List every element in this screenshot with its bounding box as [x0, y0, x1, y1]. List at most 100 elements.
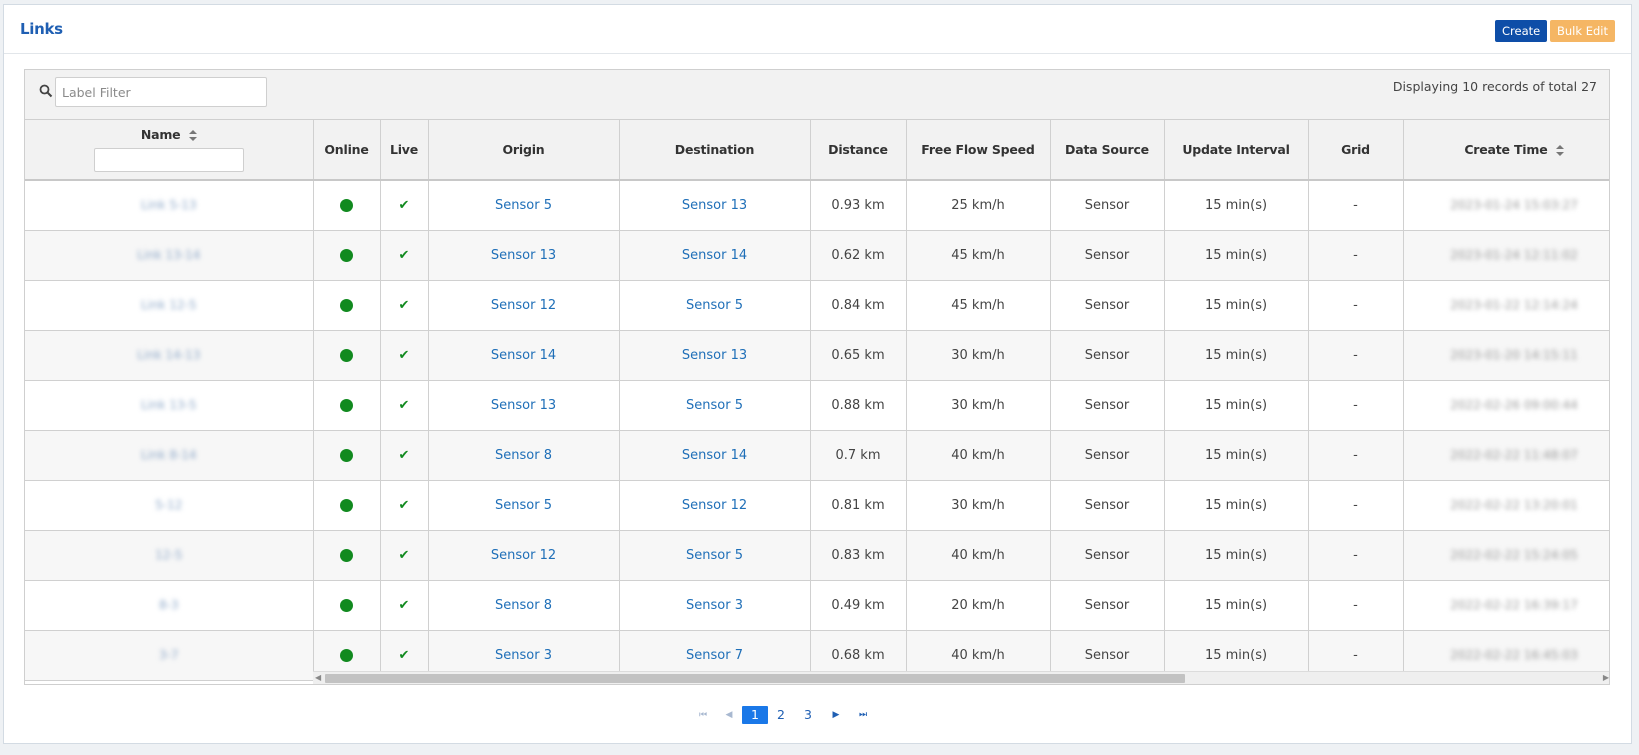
cell-create-time-text: 2022-02-22 16:39:17 — [1450, 597, 1578, 612]
cell-name-text[interactable]: 12-5 — [155, 548, 182, 562]
table-row[interactable]: 12-5 ✔ Sensor 12 Sensor 5 0.83 km 40 km/h Sens… — [25, 530, 1609, 581]
links-table: Name Online Live Origin Destination Dist… — [25, 120, 1609, 681]
cell-destination-text[interactable]: Sensor 5 — [686, 398, 743, 413]
cell-origin-text[interactable]: Sensor 14 — [491, 348, 556, 363]
cell-distance-text: 0.83 km — [831, 547, 885, 563]
cell-free-flow-speed-text: 20 km/h — [951, 597, 1005, 613]
cell-create-time: 2022-02-22 13:20:01 — [1403, 480, 1609, 531]
last-page-icon[interactable]: ⏭ — [856, 706, 870, 724]
cell-destination-text[interactable]: Sensor 13 — [682, 348, 747, 363]
status-dot-icon — [340, 298, 353, 312]
table-row[interactable]: 8-3 ✔ Sensor 8 Sensor 3 0.49 km 20 km/h Sensor… — [25, 580, 1609, 631]
cell-free-flow-speed: 40 km/h — [906, 530, 1051, 581]
column-header-name[interactable]: Name — [25, 120, 314, 181]
cell-name-text[interactable]: Link 14-13 — [137, 348, 200, 362]
cell-origin-text[interactable]: Sensor 5 — [495, 498, 552, 513]
cell-name-text[interactable]: 3-7 — [159, 648, 179, 662]
cell-data-source-text: Sensor — [1084, 597, 1130, 613]
cell-origin-text[interactable]: Sensor 8 — [495, 448, 552, 463]
cell-free-flow-speed-text: 45 km/h — [951, 297, 1005, 313]
cell-destination-text[interactable]: Sensor 14 — [682, 448, 747, 463]
page-button[interactable]: 3 — [797, 706, 819, 724]
scroll-left-icon[interactable]: ◀ — [315, 673, 321, 682]
cell-data-source-text: Sensor — [1084, 297, 1130, 313]
cell-destination-text[interactable]: Sensor 5 — [686, 298, 743, 313]
cell-destination-text[interactable]: Sensor 3 — [686, 598, 743, 613]
cell-name-text[interactable]: Link 5-13 — [141, 198, 197, 212]
cell-name-text[interactable]: Link 13-14 — [137, 248, 200, 262]
cell-destination-text[interactable]: Sensor 14 — [682, 248, 747, 263]
table-row[interactable]: Link 13-5 ✔ Sensor 13 Sensor 5 0.88 km 30 km/… — [25, 380, 1609, 431]
sort-icon[interactable] — [1555, 145, 1564, 156]
cell-origin-text[interactable]: Sensor 13 — [491, 248, 556, 263]
cell-free-flow-speed: 30 km/h — [906, 480, 1051, 531]
cell-name-text[interactable]: Link 13-5 — [141, 398, 197, 412]
cell-destination-text[interactable]: Sensor 5 — [686, 548, 743, 563]
label-filter-input[interactable] — [55, 77, 267, 107]
cell-name-text[interactable]: Link 8-14 — [141, 448, 197, 462]
cell-origin: Sensor 12 — [428, 530, 620, 581]
cell-origin-text[interactable]: Sensor 12 — [491, 298, 556, 313]
cell-origin-text[interactable]: Sensor 13 — [491, 398, 556, 413]
status-dot-icon — [340, 398, 353, 412]
links-panel: Links Create Bulk Edit Displaying 10 rec… — [3, 4, 1632, 744]
cell-grid: - — [1308, 580, 1404, 631]
cell-origin-text[interactable]: Sensor 12 — [491, 548, 556, 563]
cell-origin-text[interactable]: Sensor 3 — [495, 648, 552, 663]
cell-name: 8-3 — [25, 580, 314, 631]
cell-destination-text[interactable]: Sensor 7 — [686, 648, 743, 663]
cell-origin-text[interactable]: Sensor 5 — [495, 198, 552, 213]
table-row[interactable]: Link 8-14 ✔ Sensor 8 Sensor 14 0.7 km 40 km/h… — [25, 430, 1609, 481]
bulk-edit-button[interactable]: Bulk Edit — [1550, 20, 1615, 42]
table-row[interactable]: Link 13-14 ✔ Sensor 13 Sensor 14 0.62 km 45 k… — [25, 230, 1609, 281]
column-header-create-time[interactable]: Create Time — [1403, 120, 1609, 181]
cell-name-text[interactable]: 5-12 — [155, 498, 182, 512]
cell-distance-text: 0.81 km — [831, 497, 885, 513]
cell-name-text[interactable]: 8-3 — [159, 598, 179, 612]
cell-live: ✔ — [380, 180, 429, 231]
table-row[interactable]: Link 14-13 ✔ Sensor 14 Sensor 13 0.65 km 30 k… — [25, 330, 1609, 381]
cell-update-interval: 15 min(s) — [1164, 230, 1309, 281]
scroll-right-icon[interactable]: ▶ — [1603, 673, 1609, 682]
page-button[interactable]: 1 — [742, 706, 768, 724]
cell-online — [313, 580, 381, 631]
create-button[interactable]: Create — [1495, 20, 1548, 42]
cell-grid-text: - — [1353, 497, 1358, 513]
scrollbar-thumb[interactable] — [325, 674, 1185, 683]
name-filter-input[interactable] — [93, 148, 244, 172]
cell-data-source: Sensor — [1050, 230, 1165, 281]
table-row[interactable]: Link 12-5 ✔ Sensor 12 Sensor 5 0.84 km 45 km/… — [25, 280, 1609, 331]
cell-name: 3-7 — [25, 630, 314, 681]
cell-name-text[interactable]: Link 12-5 — [141, 298, 197, 312]
status-dot-icon — [340, 498, 353, 512]
cell-grid: - — [1308, 230, 1404, 281]
check-icon: ✔ — [398, 447, 410, 463]
first-page-icon[interactable]: ⏮ — [696, 706, 710, 724]
cell-data-source: Sensor — [1050, 330, 1165, 381]
cell-free-flow-speed: 25 km/h — [906, 180, 1051, 231]
next-page-icon[interactable]: ▶ — [829, 706, 843, 724]
table-row[interactable]: Link 5-13 ✔ Sensor 5 Sensor 13 0.93 km 25 km/… — [25, 180, 1609, 231]
table-body: Link 5-13 ✔ Sensor 5 Sensor 13 0.93 km 25 km/… — [25, 180, 1609, 681]
cell-update-interval-text: 15 min(s) — [1204, 247, 1268, 263]
cell-name: 5-12 — [25, 480, 314, 531]
cell-data-source-text: Sensor — [1084, 497, 1130, 513]
cell-free-flow-speed-text: 40 km/h — [951, 447, 1005, 463]
column-header-grid: Grid — [1308, 120, 1404, 181]
sort-icon[interactable] — [188, 130, 197, 141]
cell-create-time: 2023-01-24 15:03:27 — [1403, 180, 1609, 231]
cell-grid: - — [1308, 280, 1404, 331]
previous-page-icon[interactable]: ◀ — [722, 706, 736, 724]
page-button[interactable]: 2 — [770, 706, 792, 724]
horizontal-scrollbar[interactable]: ◀ ▶ — [313, 671, 1609, 684]
cell-online — [313, 330, 381, 381]
cell-update-interval-text: 15 min(s) — [1204, 647, 1268, 663]
cell-grid-text: - — [1353, 247, 1358, 263]
table-row[interactable]: 5-12 ✔ Sensor 5 Sensor 12 0.81 km 30 km/h Sens… — [25, 480, 1609, 531]
cell-data-source: Sensor — [1050, 280, 1165, 331]
column-header-label: Name — [140, 127, 181, 142]
cell-free-flow-speed: 45 km/h — [906, 230, 1051, 281]
cell-destination-text[interactable]: Sensor 12 — [682, 498, 747, 513]
cell-origin-text[interactable]: Sensor 8 — [495, 598, 552, 613]
cell-destination-text[interactable]: Sensor 13 — [682, 198, 747, 213]
